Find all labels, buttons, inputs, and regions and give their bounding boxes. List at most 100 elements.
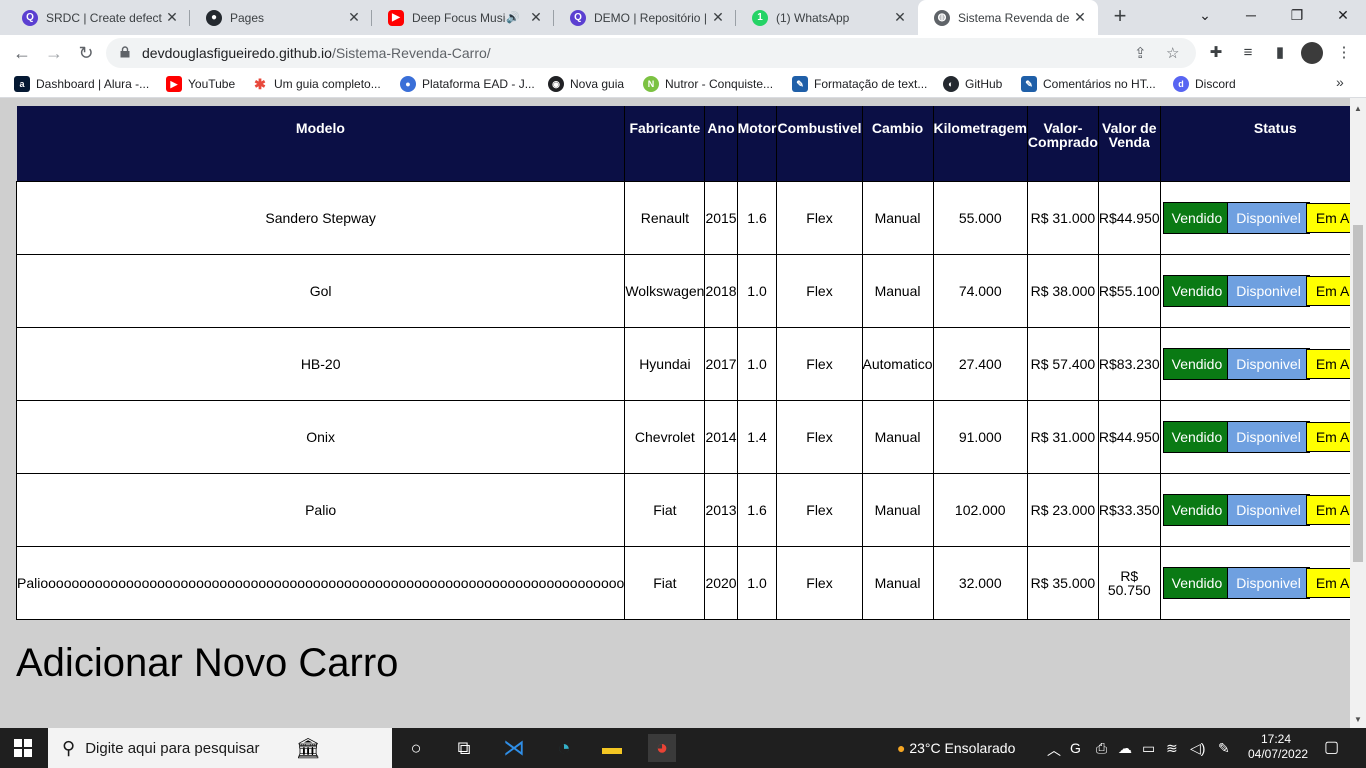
bookmark-github[interactable]: ◐ GitHub bbox=[943, 76, 1002, 92]
vscode-icon[interactable]: ⋊ bbox=[500, 734, 528, 762]
bookmark-formatacao[interactable]: ✎ Formatação de text... bbox=[792, 76, 927, 92]
speaker-icon[interactable]: 🔊 bbox=[506, 11, 520, 24]
cell-cambio: Manual bbox=[861, 253, 934, 328]
notifications-icon[interactable]: ▢ bbox=[1324, 737, 1339, 757]
available-button[interactable]: Disponivel bbox=[1227, 347, 1310, 380]
available-button[interactable]: Disponivel bbox=[1227, 420, 1310, 453]
tab-deep-focus[interactable]: ▶ Deep Focus Music 🔊 ✕ bbox=[372, 4, 554, 31]
share-icon[interactable]: ⇪ bbox=[1134, 44, 1147, 62]
bookmark-nutror[interactable]: N Nutror - Conquiste... bbox=[643, 76, 773, 92]
side-panel-icon[interactable]: ▮ bbox=[1270, 43, 1290, 63]
sold-button[interactable]: Vendido bbox=[1162, 420, 1232, 453]
tab-demo[interactable]: Q DEMO | Repositório | C ✕ bbox=[554, 4, 736, 31]
table-row: Gol Wolkswagen 2018 1.0 Flex Manual 74.000 R$ 3… bbox=[15, 253, 1350, 328]
sold-button[interactable]: Vendido bbox=[1162, 347, 1232, 380]
wifi-icon[interactable]: ≋ bbox=[1166, 740, 1178, 757]
close-icon[interactable]: ✕ bbox=[164, 9, 180, 26]
cell-motor: 1.6 bbox=[736, 180, 778, 255]
analysis-button[interactable]: Em Analise bbox=[1305, 494, 1350, 525]
close-icon[interactable]: ✕ bbox=[892, 9, 908, 26]
address-bar[interactable]: devdouglasfigueiredo.github.io/Sistema-R… bbox=[106, 38, 1196, 68]
cell-cambio: Manual bbox=[861, 180, 934, 255]
cell-motor: 1.0 bbox=[736, 253, 778, 328]
scroll-thumb[interactable] bbox=[1353, 225, 1363, 562]
volume-icon[interactable]: ◁) bbox=[1190, 740, 1205, 757]
battery-icon[interactable]: ▭ bbox=[1142, 740, 1155, 757]
cell-status: VendidoDisponivelEm AnaliseD bbox=[1159, 399, 1350, 474]
edge-icon[interactable]: ◔ bbox=[550, 734, 578, 762]
chrome-icon[interactable]: ◕ bbox=[648, 734, 676, 762]
available-button[interactable]: Disponivel bbox=[1227, 493, 1310, 526]
tab-title: Pages bbox=[230, 10, 265, 25]
analysis-button[interactable]: Em Analise bbox=[1305, 421, 1350, 452]
avatar[interactable] bbox=[1301, 42, 1323, 64]
cell-valor-comprado: R$ 57.400 bbox=[1026, 326, 1099, 401]
cell-status: VendidoDisponivelEm AnaliseD bbox=[1159, 326, 1350, 401]
sun-icon: ● bbox=[897, 740, 906, 756]
bookmark-alura[interactable]: a Dashboard | Alura -... bbox=[14, 76, 149, 92]
windows-taskbar: ⚲ Digite aqui para pesquisar 🏛 ○ ⧉ ⋊ ◔ ▬… bbox=[0, 728, 1366, 768]
sold-button[interactable]: Vendido bbox=[1162, 274, 1232, 307]
bookmark-nova-guia[interactable]: ◉ Nova guia bbox=[548, 76, 624, 92]
lock-icon[interactable] bbox=[120, 46, 130, 58]
task-view-icon[interactable]: ⧉ bbox=[450, 734, 478, 762]
clock[interactable]: 17:24 04/07/2022 bbox=[1248, 732, 1308, 762]
scroll-down-icon[interactable]: ▼ bbox=[1354, 715, 1362, 724]
bookmark-ead[interactable]: ● Plataforma EAD - J... bbox=[400, 76, 535, 92]
back-icon[interactable]: ← bbox=[9, 40, 35, 66]
close-icon[interactable]: ✕ bbox=[1072, 9, 1088, 26]
restore-icon[interactable]: ❐ bbox=[1274, 0, 1320, 32]
cell-combustivel: Flex bbox=[776, 253, 863, 328]
sold-button[interactable]: Vendido bbox=[1162, 566, 1232, 599]
more-bookmarks-icon[interactable]: » bbox=[1336, 74, 1344, 90]
available-button[interactable]: Disponivel bbox=[1227, 274, 1310, 307]
analysis-button[interactable]: Em Analise bbox=[1305, 567, 1350, 598]
bookmark-youtube[interactable]: ▶ YouTube bbox=[166, 76, 235, 92]
pen-icon[interactable]: ✎ bbox=[1218, 740, 1230, 757]
sold-button[interactable]: Vendido bbox=[1162, 201, 1232, 234]
analysis-button[interactable]: Em Analise bbox=[1305, 348, 1350, 379]
bookmark-comentarios[interactable]: ✎ Comentários no HT... bbox=[1021, 76, 1156, 92]
page-scrollbar[interactable]: ▲ ▼ bbox=[1350, 98, 1366, 728]
header-modelo: Modelo bbox=[16, 106, 626, 181]
header-motor: Motor bbox=[737, 106, 778, 181]
close-icon[interactable]: ✕ bbox=[346, 9, 362, 26]
onedrive-icon[interactable]: ☁ bbox=[1118, 740, 1132, 757]
analysis-button[interactable]: Em Analise bbox=[1305, 275, 1350, 306]
file-explorer-icon[interactable]: ▬ bbox=[598, 734, 626, 762]
available-button[interactable]: Disponivel bbox=[1227, 566, 1310, 599]
new-tab-button[interactable]: + bbox=[1108, 5, 1132, 29]
reload-icon[interactable]: ↻ bbox=[73, 40, 99, 66]
tab-pages[interactable]: ● Pages ✕ bbox=[190, 4, 372, 31]
forward-icon[interactable]: → bbox=[41, 40, 67, 66]
close-icon[interactable]: ✕ bbox=[528, 9, 544, 26]
cortana-icon[interactable]: ○ bbox=[402, 734, 430, 762]
cell-ano: 2017 bbox=[704, 326, 738, 401]
tab-sistema-revenda[interactable]: ◍ Sistema Revenda de C ✕ bbox=[918, 0, 1098, 35]
media-queue-icon[interactable]: ≡ bbox=[1238, 43, 1258, 63]
tray-g-icon[interactable]: G bbox=[1070, 740, 1081, 756]
tab-whatsapp[interactable]: 1 (1) WhatsApp ✕ bbox=[736, 4, 918, 31]
tab-search-icon[interactable]: ⌄ bbox=[1182, 0, 1228, 32]
cell-cambio: Automatico bbox=[861, 326, 934, 401]
windows-start-icon[interactable] bbox=[14, 739, 32, 757]
weather-widget[interactable]: ● 23°C Ensolarado bbox=[897, 740, 1015, 756]
minimize-icon[interactable]: ─ bbox=[1228, 0, 1274, 32]
tab-srdc[interactable]: Q SRDC | Create defect | ✕ bbox=[6, 4, 190, 31]
github-icon: ◐ bbox=[943, 76, 959, 92]
sold-button[interactable]: Vendido bbox=[1162, 493, 1232, 526]
extensions-icon[interactable]: ✚ bbox=[1206, 43, 1226, 63]
menu-kebab-icon[interactable]: ⋮ bbox=[1334, 43, 1354, 63]
close-icon[interactable]: ✕ bbox=[710, 9, 726, 26]
tray-device-icon[interactable]: ⎙ bbox=[1096, 740, 1107, 757]
bookmark-guia[interactable]: ✱ Um guia completo... bbox=[252, 76, 381, 92]
tray-chevron-icon[interactable]: ︿ bbox=[1047, 740, 1061, 760]
available-button[interactable]: Disponivel bbox=[1227, 201, 1310, 234]
bookmark-discord[interactable]: d Discord bbox=[1173, 76, 1236, 92]
bookmark-star-icon[interactable]: ☆ bbox=[1166, 44, 1179, 62]
analysis-button[interactable]: Em Analise bbox=[1305, 202, 1350, 233]
taskbar-search[interactable]: ⚲ Digite aqui para pesquisar 🏛 bbox=[48, 728, 392, 768]
people-icon: ✎ bbox=[792, 76, 808, 92]
scroll-up-icon[interactable]: ▲ bbox=[1354, 104, 1362, 113]
close-window-icon[interactable]: ✕ bbox=[1320, 0, 1366, 32]
